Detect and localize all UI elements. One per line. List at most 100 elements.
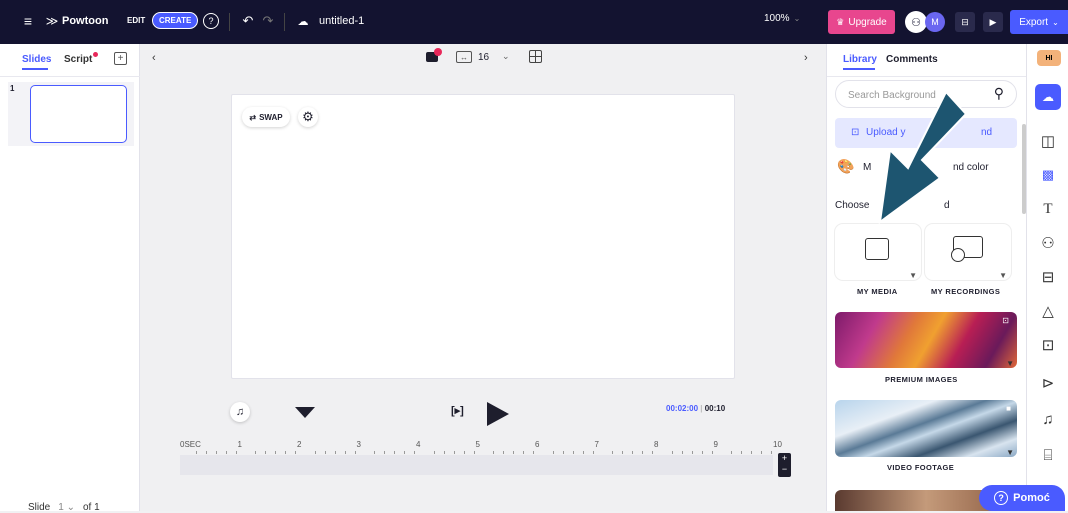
playhead[interactable] (295, 407, 315, 418)
music-note-icon[interactable]: ♫ (230, 402, 250, 422)
tab-comments[interactable]: Comments (886, 54, 938, 65)
timeline-minor-tick (225, 451, 227, 454)
divider (229, 13, 230, 31)
upload-cloud-icon[interactable]: ☁ (1035, 84, 1061, 110)
characters-icon[interactable]: ⚇ (1035, 230, 1061, 256)
color-label-head: M (863, 162, 872, 173)
add-slide-icon[interactable]: + (114, 52, 127, 65)
stage-canvas[interactable]: ⇄ SWAP ⚙ (231, 94, 735, 379)
timeline-minor-tick (731, 451, 733, 454)
premium-images-label: PREMIUM IMAGES (885, 375, 958, 384)
timeline-tick-label: 3 (356, 440, 361, 449)
avatar[interactable]: M (925, 12, 945, 32)
video-footage-label: VIDEO FOOTAGE (887, 463, 955, 472)
timeline-minor-tick (473, 451, 475, 454)
timeline-minor-tick (681, 451, 683, 454)
palette-icon: 🎨 (837, 158, 855, 174)
tab-script[interactable]: Script (64, 54, 92, 65)
timeline-minor-tick (771, 451, 773, 454)
text-icon[interactable]: T (1035, 196, 1061, 222)
layout-icon[interactable]: ◫ (1035, 128, 1061, 154)
timeline-minor-tick (215, 451, 217, 454)
divider (0, 76, 140, 77)
tab-library[interactable]: Library (843, 54, 877, 65)
time-total: 00:10 (704, 404, 726, 413)
divider (827, 76, 1027, 77)
file-name[interactable]: untitled-1 (319, 15, 364, 27)
collapse-right-icon[interactable]: › (804, 52, 808, 64)
edit-mode-button[interactable]: EDIT (121, 13, 151, 28)
my-recordings-card[interactable]: ▼ (925, 224, 1011, 280)
choose-label-head: Choose (835, 200, 870, 211)
timeline-minor-tick (513, 451, 515, 454)
play-icon[interactable] (487, 402, 509, 426)
play-preview-icon[interactable]: [▸] (451, 404, 464, 417)
timeline-minor-tick (265, 451, 267, 454)
background-pattern-icon[interactable]: ▩ (1035, 162, 1061, 188)
music-icon[interactable]: ♫ (1035, 406, 1061, 432)
slide-thumbnail-row[interactable]: 1 (8, 82, 134, 146)
more-icon[interactable]: ⌸ (1035, 442, 1061, 468)
add-collaborator-icon[interactable]: ⚇ (905, 11, 927, 33)
my-recordings-label: MY RECORDINGS (931, 287, 1001, 296)
spacing-icon[interactable]: ↔ (456, 51, 472, 63)
slide-thumbnail[interactable] (30, 85, 127, 143)
timeline-minor-tick (235, 451, 237, 454)
zoom-select[interactable]: 100% ⌄ (764, 13, 800, 24)
chevron-down-icon[interactable]: ⌄ (502, 51, 510, 62)
timeline-minor-tick (741, 451, 743, 454)
media-icon (865, 238, 889, 260)
cloud-saved-icon: ☁ (297, 15, 309, 28)
pager-select[interactable]: 1 ⌄ (58, 502, 75, 513)
video-icon[interactable]: ⊳ (1035, 370, 1061, 396)
search-input[interactable]: Search Background ⚲ (835, 80, 1017, 108)
upgrade-button[interactable]: ♛ Upgrade (828, 10, 895, 34)
powtoon-logo-icon: ≫ (45, 14, 59, 28)
my-media-card[interactable]: ▼ (835, 224, 921, 280)
present-icon[interactable]: ⊟ (955, 12, 975, 32)
search-icon[interactable]: ⚲ (994, 85, 1004, 102)
undo-icon[interactable]: ↶ (240, 13, 256, 29)
timeline-minor-tick (433, 451, 435, 454)
play-icon[interactable]: ▶ (983, 12, 1003, 32)
timeline-minor-tick (622, 451, 624, 454)
timeline-minor-tick (533, 451, 535, 454)
color-label-tail: nd color (953, 162, 989, 173)
timeline-tick-label: 8 (654, 440, 659, 449)
timeline-minor-tick (205, 451, 207, 454)
chevron-down-icon: ⌄ (793, 14, 801, 23)
timeline-minor-tick (384, 451, 386, 454)
spacing-value[interactable]: 16 (478, 52, 489, 63)
export-button[interactable]: Export ⌄ (1010, 10, 1068, 34)
create-mode-button[interactable]: CREATE (152, 12, 199, 29)
timeline-track[interactable] (180, 455, 773, 475)
background-color-row[interactable]: 🎨 M nd color (835, 156, 1017, 178)
props-icon[interactable]: ⊟ (1035, 264, 1061, 290)
chevron-down-icon: ▼ (1006, 359, 1014, 368)
timeline-minor-tick (463, 451, 465, 454)
timeline-zoom-button[interactable]: + − (778, 453, 791, 477)
avatar-characters[interactable]: HI (1037, 50, 1061, 66)
upload-background-button[interactable]: ⊡ Upload y nd (835, 118, 1017, 148)
video-footage-card[interactable]: ■ ▼ (835, 400, 1017, 457)
collapse-left-icon[interactable]: ‹ (152, 52, 156, 64)
help-icon[interactable]: ? (203, 13, 219, 29)
pager-total: of 1 (82, 502, 100, 513)
help-chat-button[interactable]: ? Pomoć (979, 485, 1065, 511)
redo-icon[interactable]: ↷ (260, 13, 276, 29)
premium-images-card[interactable]: ⊡ ▼ (835, 312, 1017, 368)
settings-gear-icon[interactable]: ⚙ (298, 107, 318, 127)
upgrade-label: Upgrade (848, 16, 887, 28)
timeline-minor-tick (761, 451, 763, 454)
images-icon[interactable]: ⊡ (1035, 332, 1061, 358)
timeline-minor-tick (642, 451, 644, 454)
help-label: Pomoć (1013, 492, 1050, 504)
grid-icon[interactable] (529, 50, 542, 63)
timeline-minor-tick (374, 451, 376, 454)
tab-slides[interactable]: Slides (22, 54, 51, 65)
shapes-icon[interactable]: △ (1035, 298, 1061, 324)
hamburger-icon[interactable]: ≡ (20, 13, 36, 29)
timeline-tick-label: 0SEC (180, 440, 201, 449)
timeline-minor-tick (671, 451, 673, 454)
swap-button[interactable]: ⇄ SWAP (242, 107, 290, 127)
